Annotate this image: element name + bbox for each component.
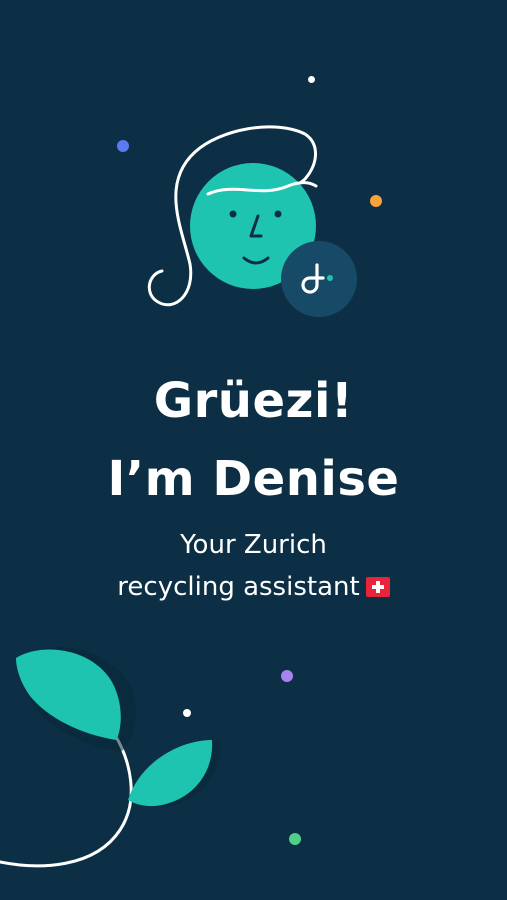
sprout-stem: [0, 733, 133, 868]
eye-left: [229, 210, 237, 218]
headline-line-1: Grüezi!: [153, 373, 354, 429]
decorative-dot: [117, 140, 129, 152]
subtitle-line-2-row: recycling assistant: [0, 566, 507, 608]
subtitle-line-2: recycling assistant: [117, 572, 360, 602]
sprout-illustration-icon: [0, 647, 221, 868]
swiss-flag-icon: [365, 577, 390, 597]
decorative-dot: [308, 76, 315, 83]
onboarding-screen: Grüezi! I’m Denise Your Zurich recycling…: [0, 0, 507, 900]
page-subtitle: Your Zurich recycling assistant: [0, 524, 507, 608]
leaf-small: [128, 740, 213, 807]
eye-right: [274, 210, 282, 218]
d-logo-badge: [281, 241, 357, 317]
decorative-dot: [289, 833, 301, 845]
page-title: Grüezi! I’m Denise: [0, 362, 507, 518]
decorative-dot: [370, 195, 382, 207]
decorative-dot: [281, 670, 293, 682]
headline-line-2: I’m Denise: [107, 451, 400, 507]
d-logo-icon: [301, 263, 333, 294]
subtitle-line-1: Your Zurich: [180, 530, 327, 560]
